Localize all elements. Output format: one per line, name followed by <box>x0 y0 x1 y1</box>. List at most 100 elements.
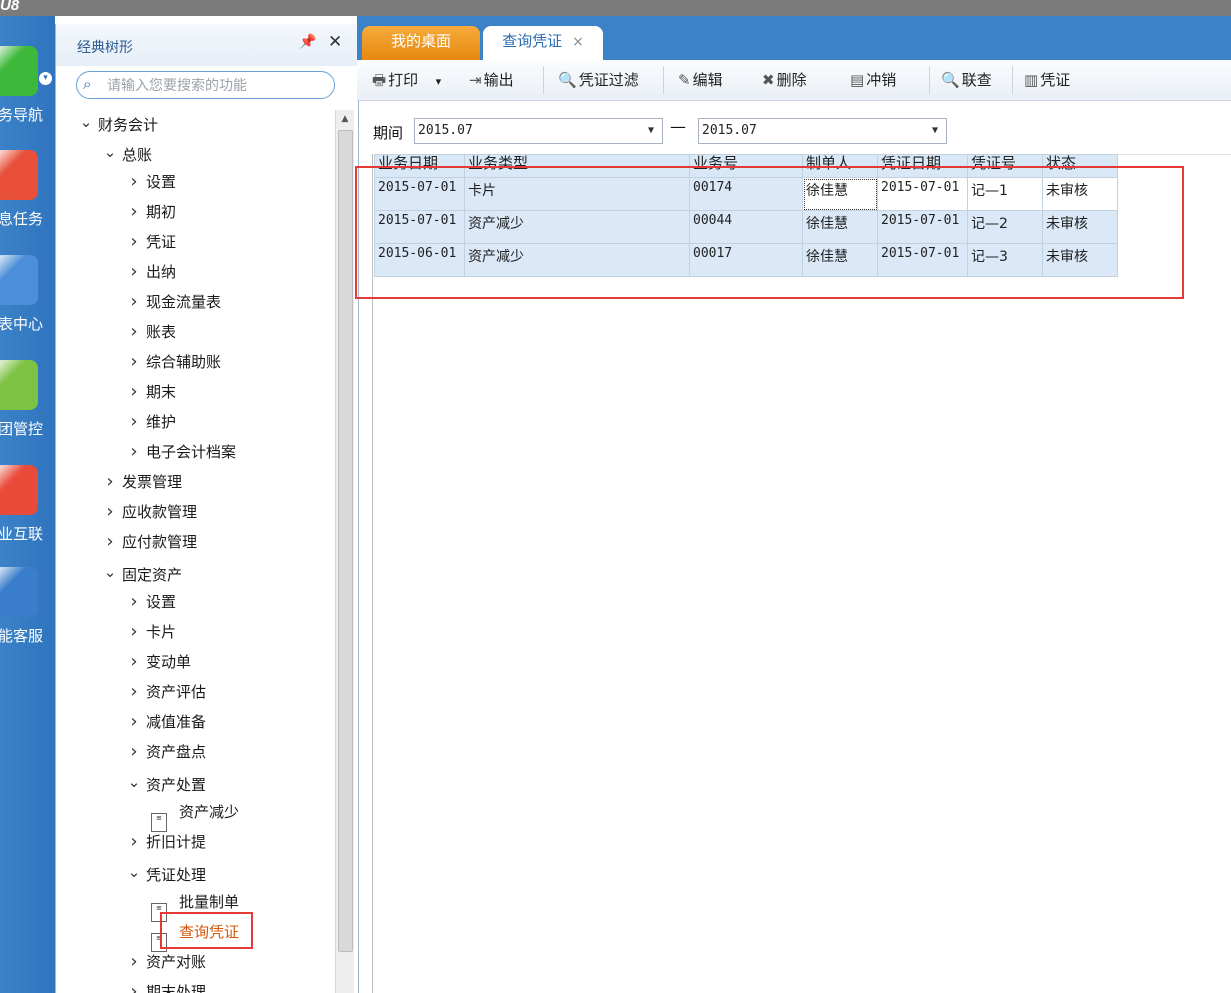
tab-query-voucher[interactable]: 查询凭证 × <box>483 26 603 60</box>
tree-item[interactable]: › 资产评估 <box>126 680 206 704</box>
tree-item[interactable]: › 设置 <box>126 590 176 614</box>
toolbar-button-link-query[interactable]: 🔍 联查 <box>941 68 992 92</box>
chevron-right-icon[interactable]: › <box>126 320 142 344</box>
nav-item-2[interactable]: 息任务 <box>0 150 55 250</box>
chevron-right-icon[interactable]: › <box>126 830 142 854</box>
tree-item-label: 应付款管理 <box>122 533 198 551</box>
chevron-right-icon[interactable]: › <box>126 410 142 434</box>
nav-item-label: 务导航 <box>0 106 44 124</box>
tree-item[interactable]: › 设置 <box>126 170 176 194</box>
tree-item[interactable]: › 期末 <box>126 380 176 404</box>
chevron-down-icon[interactable]: ⌄ <box>78 110 94 134</box>
tree-item[interactable]: ⌄ 固定资产 <box>102 560 182 584</box>
nav-item-1[interactable]: 务导航 ▾ <box>0 46 55 146</box>
tree-item[interactable]: ≡ 资产减少 <box>151 800 239 832</box>
tree-item[interactable]: › 资产对账 <box>126 950 206 974</box>
chevron-right-icon[interactable]: › <box>126 740 142 764</box>
edit-pencil-icon: ✎ <box>678 71 691 89</box>
toolbar-button-print[interactable]: 🖶 打印 ▾ <box>372 68 441 92</box>
scroll-up-arrow-icon[interactable]: ▲ <box>336 110 354 128</box>
tree-item[interactable]: › 减值准备 <box>126 710 206 734</box>
tree-item[interactable]: › 综合辅助账 <box>126 350 221 374</box>
chevron-right-icon[interactable]: › <box>126 170 142 194</box>
chevron-right-icon[interactable]: › <box>126 230 142 254</box>
nav-item-5[interactable]: 业互联 <box>0 465 55 565</box>
toolbar-button-reverse[interactable]: ▤ 冲销 <box>850 68 896 92</box>
toolbar-separator <box>1012 66 1013 94</box>
search-box[interactable]: ⌕ <box>76 71 335 99</box>
toolbar-button-delete[interactable]: ✖ 删除 <box>762 68 807 92</box>
close-icon[interactable]: ✕ <box>328 32 342 52</box>
chevron-down-icon[interactable]: ▾ <box>39 72 52 85</box>
chevron-right-icon[interactable]: › <box>126 710 142 734</box>
chevron-down-icon[interactable]: ⌄ <box>102 560 118 584</box>
tree-item[interactable]: › 应付款管理 <box>102 530 197 554</box>
tree-item[interactable]: › 出纳 <box>126 260 176 284</box>
tree-scrollbar[interactable]: ▲ <box>335 110 354 993</box>
chevron-right-icon[interactable]: › <box>102 530 118 554</box>
tab-close-icon[interactable]: × <box>572 34 584 50</box>
tree-item-label: 综合辅助账 <box>146 353 222 371</box>
chevron-right-icon[interactable]: › <box>126 440 142 464</box>
tree-item[interactable]: › 期末处理 <box>126 980 206 993</box>
tree-item[interactable]: ≡ 批量制单 <box>151 890 239 922</box>
scroll-thumb[interactable] <box>338 130 353 952</box>
toolbar-button-voucher[interactable]: ▥ 凭证 <box>1024 68 1070 92</box>
tab-label: 查询凭证 <box>502 32 563 50</box>
chevron-right-icon[interactable]: › <box>102 500 118 524</box>
tree-item[interactable]: ⌄ 总账 <box>102 140 152 164</box>
group-control-icon <box>0 360 38 410</box>
pin-icon[interactable]: 📌 <box>299 34 316 50</box>
tab-my-desktop[interactable]: 我的桌面 <box>362 26 480 60</box>
period-to-select[interactable]: 2015.07 ▼ <box>698 118 947 144</box>
tree-item[interactable]: › 维护 <box>126 410 176 434</box>
tree-item[interactable]: › 现金流量表 <box>126 290 221 314</box>
nav-item-6[interactable]: 能客服 <box>0 567 55 667</box>
search-input[interactable] <box>105 75 329 97</box>
chevron-down-icon[interactable]: ▼ <box>932 119 938 143</box>
tree-item[interactable]: › 卡片 <box>126 620 176 644</box>
tree-item[interactable]: › 凭证 <box>126 230 176 254</box>
toolbar-button-label: 输出 <box>483 71 514 89</box>
highlight-box-tree-item <box>160 912 253 949</box>
chevron-right-icon[interactable]: › <box>126 950 142 974</box>
chevron-right-icon[interactable]: › <box>126 350 142 374</box>
tree-item[interactable]: ⌄ 资产处置 <box>126 770 206 794</box>
tree-item[interactable]: › 期初 <box>126 200 176 224</box>
nav-item-3[interactable]: 表中心 <box>0 255 55 355</box>
chevron-down-icon[interactable]: ⌄ <box>126 770 142 794</box>
tree-item[interactable]: ⌄ 财务会计 <box>78 110 158 134</box>
tree-item-label: 设置 <box>146 173 177 191</box>
chevron-right-icon[interactable]: › <box>126 620 142 644</box>
chevron-right-icon[interactable]: › <box>126 290 142 314</box>
tree-item[interactable]: ⌄ 凭证处理 <box>126 860 206 884</box>
nav-item-4[interactable]: 团管控 <box>0 360 55 460</box>
tree-item[interactable]: › 电子会计档案 <box>126 440 236 464</box>
period-from-select[interactable]: 2015.07 ▼ <box>414 118 663 144</box>
toolbar-button-filter[interactable]: 🔍 凭证过滤 <box>558 68 639 92</box>
chevron-right-icon[interactable]: › <box>126 260 142 284</box>
tree-item[interactable]: › 发票管理 <box>102 470 182 494</box>
chevron-down-icon[interactable]: ⌄ <box>126 860 142 884</box>
chevron-right-icon[interactable]: › <box>126 590 142 614</box>
tree-item-label: 凭证处理 <box>146 866 207 884</box>
tree-item[interactable]: › 账表 <box>126 320 176 344</box>
chevron-down-icon[interactable]: ▼ <box>648 119 654 143</box>
dropdown-arrow-icon[interactable]: ▾ <box>432 75 442 88</box>
toolbar-button-export[interactable]: ⇥ 输出 <box>469 68 514 92</box>
chevron-down-icon[interactable]: ⌄ <box>102 140 118 164</box>
tree-item-label: 账表 <box>146 323 177 341</box>
chevron-right-icon[interactable]: › <box>126 650 142 674</box>
chevron-right-icon[interactable]: › <box>126 380 142 404</box>
chevron-right-icon[interactable]: › <box>102 470 118 494</box>
chevron-right-icon[interactable]: › <box>126 200 142 224</box>
tree-item-label: 出纳 <box>146 263 177 281</box>
title-bar: U8 <box>0 0 1231 16</box>
tree-item[interactable]: › 折旧计提 <box>126 830 206 854</box>
toolbar-button-edit-pencil[interactable]: ✎ 编辑 <box>678 68 723 92</box>
chevron-right-icon[interactable]: › <box>126 980 142 993</box>
chevron-right-icon[interactable]: › <box>126 680 142 704</box>
tree-item[interactable]: › 应收款管理 <box>102 500 197 524</box>
tree-item[interactable]: › 资产盘点 <box>126 740 206 764</box>
tree-item[interactable]: › 变动单 <box>126 650 191 674</box>
